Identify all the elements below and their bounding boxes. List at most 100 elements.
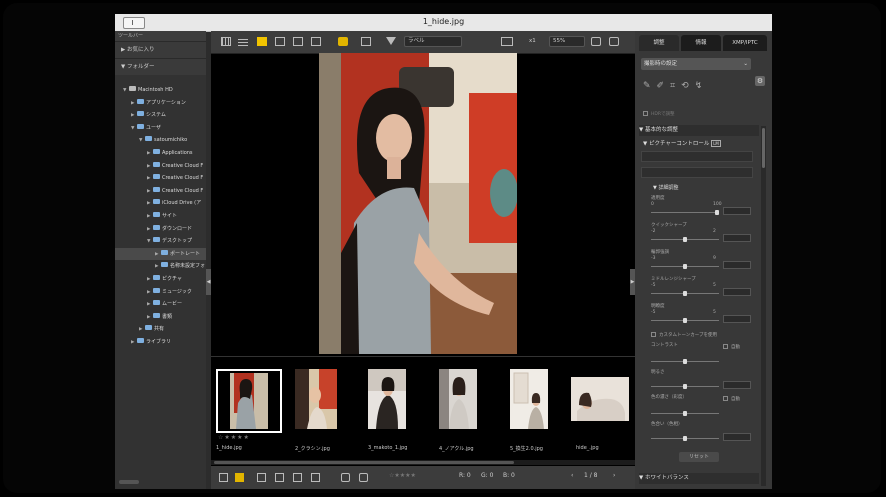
folder-tree-item[interactable]: ▶ Creative Cloud F bbox=[115, 185, 206, 198]
stack-icon[interactable] bbox=[219, 473, 228, 482]
slider-value-field[interactable] bbox=[723, 207, 751, 215]
prev-image-button[interactable]: ‹ bbox=[571, 472, 573, 479]
slider-knob[interactable] bbox=[683, 291, 687, 296]
main-image-viewer[interactable] bbox=[319, 53, 517, 354]
folder-tree-item[interactable]: ▼ Macintosh HD bbox=[115, 84, 206, 97]
histogram-icon[interactable] bbox=[311, 473, 320, 482]
folder-tree-item[interactable]: ▼ デスクトップ bbox=[115, 235, 206, 248]
list-view-icon[interactable] bbox=[238, 37, 248, 46]
folder-tree-item[interactable]: ▶ ダウンロード bbox=[115, 223, 206, 236]
slider-value-field[interactable] bbox=[723, 288, 751, 296]
hue-value[interactable] bbox=[723, 433, 751, 441]
zoom-select[interactable]: 55% bbox=[549, 36, 585, 47]
zoom-out-icon[interactable] bbox=[591, 37, 601, 46]
folder-tree-item[interactable]: ▶ iCloud Drive (ア bbox=[115, 197, 206, 210]
adjust-slider[interactable] bbox=[651, 210, 719, 215]
brush-icon[interactable]: ✐ bbox=[657, 81, 671, 91]
retouch-icon[interactable]: ↯ bbox=[695, 81, 709, 91]
folder-tree-item[interactable]: ▼ ユーザ bbox=[115, 122, 206, 135]
thumbnail-3[interactable] bbox=[368, 369, 406, 429]
tab-adjust[interactable]: 調整 bbox=[639, 35, 679, 51]
zoom-in-icon[interactable] bbox=[609, 37, 619, 46]
folder-tree-item[interactable]: ▶ アプリケーション bbox=[115, 97, 206, 110]
white-balance-header[interactable]: ▼ ホワイトバランス bbox=[639, 473, 759, 484]
slider-value-field[interactable] bbox=[723, 315, 751, 323]
contrast-slider[interactable] bbox=[651, 359, 719, 364]
folder-tree-item[interactable]: ▶ システム bbox=[115, 109, 206, 122]
folders-section[interactable]: ▼ フォルダー bbox=[115, 58, 206, 75]
folder-tree-item[interactable]: ▼ satoumichiko bbox=[115, 134, 206, 147]
full-screen-icon[interactable] bbox=[361, 37, 371, 46]
thumbnail-grid-icon[interactable] bbox=[221, 37, 231, 46]
rating-filter-icon[interactable] bbox=[338, 37, 348, 46]
bottom-rating[interactable]: ☆★★★★ bbox=[389, 472, 416, 479]
folder-tree-item[interactable]: ▶ 共有 bbox=[115, 323, 206, 336]
folder-tree-item[interactable]: ▶ 書類 bbox=[115, 311, 206, 324]
folder-tree-item[interactable]: ▶ ムービー bbox=[115, 298, 206, 311]
folder-tree-item[interactable]: ▶ Applications bbox=[115, 147, 206, 160]
label-color-icon[interactable] bbox=[235, 473, 244, 482]
thumbnail-2[interactable] bbox=[295, 369, 337, 429]
brightness-slider[interactable] bbox=[651, 384, 719, 389]
right-pane-scrollbar[interactable] bbox=[761, 126, 766, 486]
info-icon[interactable] bbox=[293, 473, 302, 482]
saturation-slider[interactable] bbox=[651, 411, 719, 416]
picture-control-profile[interactable] bbox=[641, 167, 753, 178]
filmstrip-scrollbar[interactable] bbox=[211, 460, 635, 465]
slider-value-field[interactable] bbox=[723, 261, 751, 269]
picture-control-select[interactable] bbox=[641, 151, 753, 162]
folder-tree-item[interactable]: ▶ Creative Cloud F bbox=[115, 160, 206, 173]
adjust-slider[interactable] bbox=[651, 291, 719, 296]
gear-icon[interactable]: ⚙ bbox=[755, 76, 765, 86]
fit-screen-icon[interactable] bbox=[501, 37, 513, 46]
folder-tree-item[interactable]: ▶ Creative Cloud F bbox=[115, 172, 206, 185]
thumbnail-4[interactable] bbox=[439, 369, 477, 429]
viewer-mode-icon[interactable] bbox=[257, 37, 267, 46]
adjust-slider[interactable] bbox=[651, 237, 719, 242]
tab-info[interactable]: 情報 bbox=[681, 35, 721, 51]
adjust-slider[interactable] bbox=[651, 318, 719, 323]
preset-select[interactable]: 撮影時の設定 ⌄ bbox=[641, 58, 751, 70]
filter-funnel-icon[interactable] bbox=[386, 37, 396, 45]
slider-knob[interactable] bbox=[683, 264, 687, 269]
saturation-auto-checkbox[interactable] bbox=[723, 396, 728, 401]
brightness-value[interactable] bbox=[723, 381, 751, 389]
left-pane-scrollbar[interactable] bbox=[119, 480, 139, 484]
slider-knob[interactable] bbox=[683, 318, 687, 323]
single-view-icon[interactable] bbox=[257, 473, 266, 482]
zoom-x1-button[interactable]: x1 bbox=[529, 36, 536, 47]
slider-value-field[interactable] bbox=[723, 234, 751, 242]
thumbnail-1[interactable] bbox=[216, 369, 282, 433]
straighten-icon[interactable]: ⟲ bbox=[681, 81, 695, 91]
folder-tree-item[interactable]: ▶ ミュージック bbox=[115, 286, 206, 299]
folder-tree-item[interactable]: ▶ ライブラリ bbox=[115, 336, 206, 349]
tab-xmp-iptc[interactable]: XMP/IPTC bbox=[723, 35, 767, 51]
folder-tree-item[interactable]: ▶ サイト bbox=[115, 210, 206, 223]
basic-adjust-header[interactable]: ▼ 基本的な調整 bbox=[639, 125, 759, 136]
multi-view-icon[interactable] bbox=[293, 37, 303, 46]
slider-knob[interactable] bbox=[683, 237, 687, 242]
picture-control-header[interactable]: ▼ ピクチャーコントロール LM bbox=[643, 138, 763, 149]
crop-icon[interactable]: ⌗ bbox=[670, 81, 681, 91]
compare-view-icon[interactable] bbox=[275, 37, 285, 46]
eyedropper-icon[interactable]: ✎ bbox=[643, 81, 657, 91]
toolbar-header[interactable]: ツールバー bbox=[115, 31, 206, 41]
rating-stars[interactable]: ☆★★★★ bbox=[218, 434, 250, 441]
contrast-auto-checkbox[interactable] bbox=[723, 344, 728, 349]
folder-tree-item[interactable]: ▶ ピクチャ bbox=[115, 273, 206, 286]
slider-knob[interactable] bbox=[715, 210, 719, 215]
hdr-checkbox[interactable] bbox=[643, 111, 648, 116]
rotate-right-icon[interactable] bbox=[359, 473, 368, 482]
thumbnail-6[interactable] bbox=[571, 377, 629, 421]
rotate-left-icon[interactable] bbox=[341, 473, 350, 482]
split-view-icon[interactable] bbox=[311, 37, 321, 46]
reset-button[interactable]: リセット bbox=[679, 452, 719, 462]
custom-curve-checkbox[interactable] bbox=[651, 332, 656, 337]
detail-header[interactable]: ▼ 詳細調整 bbox=[653, 183, 772, 194]
thumbnail-5[interactable] bbox=[510, 369, 548, 429]
folder-tree-item[interactable]: ▶ 名称未設定フォ bbox=[115, 260, 206, 273]
hue-slider[interactable] bbox=[651, 436, 719, 441]
folder-tree-item[interactable]: ▶ ポートレート bbox=[115, 247, 206, 261]
label-filter-select[interactable]: ラベル bbox=[404, 36, 462, 47]
grid-view-icon[interactable] bbox=[275, 473, 284, 482]
